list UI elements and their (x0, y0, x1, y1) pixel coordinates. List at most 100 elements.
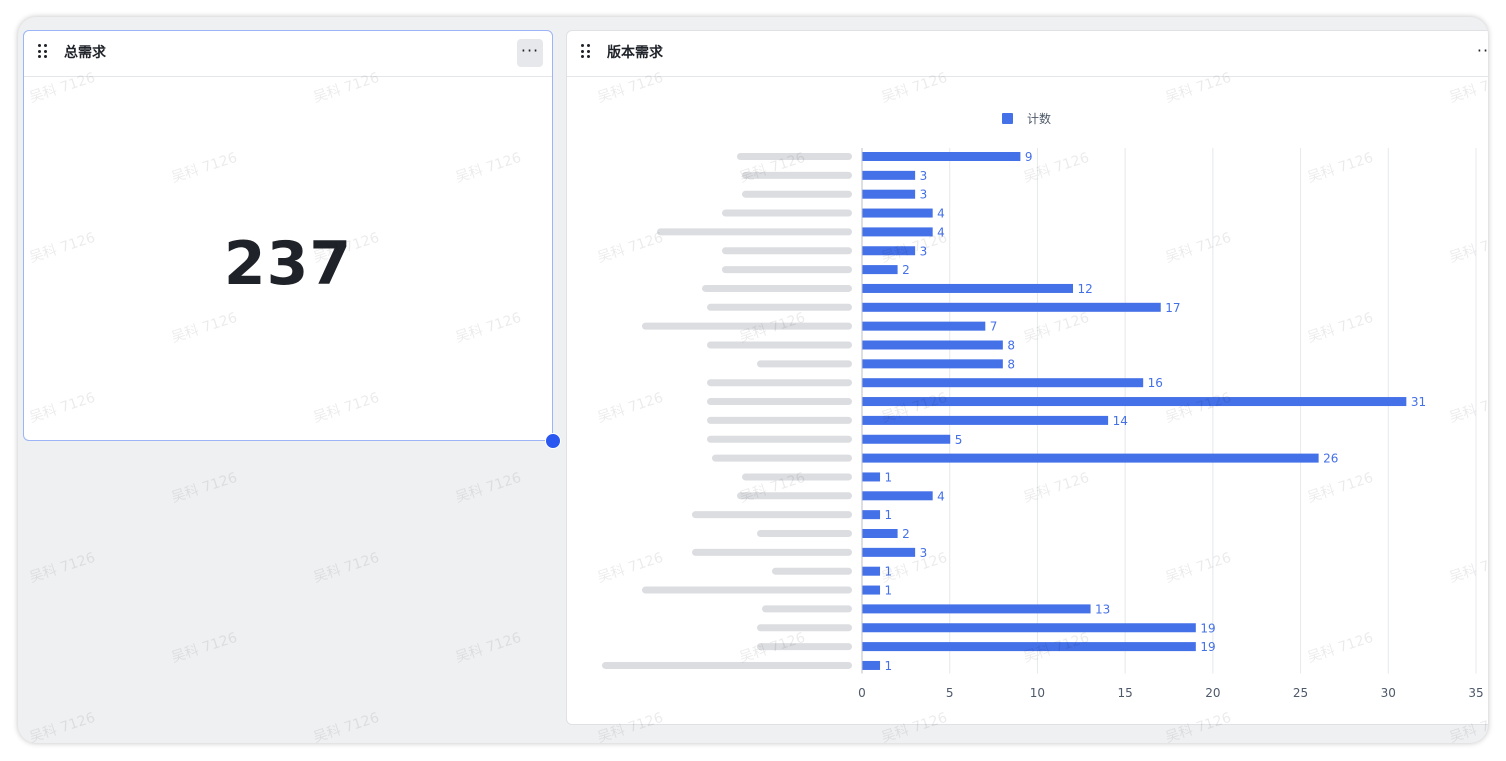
bar-value-label: 7 (990, 320, 998, 334)
blurred-category-label (692, 548, 852, 556)
blurred-category-label (702, 284, 852, 292)
blurred-category-label (707, 379, 852, 387)
bar (862, 415, 1109, 425)
bar (862, 585, 881, 595)
bar-value-label: 17 (1165, 301, 1180, 315)
bar (862, 529, 898, 538)
bar (862, 378, 1144, 388)
blurred-category-label (757, 624, 852, 632)
bar (862, 152, 1021, 161)
bar-value-label: 3 (920, 188, 928, 202)
bar (862, 434, 951, 444)
blurred-category-label (737, 153, 852, 160)
blurred-category-label (722, 209, 852, 217)
x-tick-label: 15 (1118, 686, 1133, 700)
drag-handle-icon[interactable] (38, 44, 48, 60)
bar-value-label: 13 (1095, 602, 1110, 616)
bar-chart: 计数93344321217788163114526141231113191910… (602, 111, 1484, 700)
blurred-category-label (742, 190, 852, 198)
bar-value-label: 26 (1323, 452, 1338, 466)
bar-value-label: 1 (885, 470, 893, 484)
blurred-category-label (707, 435, 852, 443)
blurred-category-label (642, 322, 852, 330)
bar-value-label: 3 (920, 244, 928, 258)
bar (862, 453, 1319, 463)
bar (862, 302, 1161, 312)
bar (862, 397, 1407, 407)
bar (862, 246, 916, 256)
card-title: 总需求 (64, 45, 106, 61)
blurred-category-label (692, 511, 852, 519)
watermark-text: 吴科 7126 (27, 549, 98, 587)
watermark-text: 吴科 7126 (453, 469, 524, 507)
x-tick-label: 10 (1030, 686, 1045, 700)
resize-handle[interactable] (545, 433, 561, 449)
watermark-text: 吴科 7126 (169, 629, 240, 667)
dashboard-canvas: 总需求 ··· 237 版本需求 ··· 计数93344321217788163… (18, 17, 1488, 743)
bar (862, 547, 916, 557)
blurred-category-label (772, 567, 852, 575)
blurred-category-label (762, 605, 852, 613)
bar-value-label: 9 (1025, 150, 1033, 164)
bar (862, 340, 1003, 350)
bar-value-label: 12 (1078, 282, 1093, 296)
blurred-category-label (722, 247, 852, 255)
bar-value-label: 31 (1411, 395, 1426, 409)
version-requirements-card[interactable]: 版本需求 ··· 计数93344321217788163114526141231… (566, 30, 1488, 725)
bar-value-label: 2 (902, 263, 910, 277)
watermark-text: 吴科 7126 (169, 469, 240, 507)
bar-value-label: 2 (902, 527, 910, 541)
bar-value-label: 4 (937, 489, 945, 503)
blurred-category-label (757, 643, 852, 651)
bar-value-label: 3 (920, 546, 928, 560)
bar-value-label: 19 (1200, 621, 1215, 635)
bar (862, 642, 1196, 652)
bar (862, 566, 881, 576)
bar (862, 491, 933, 501)
blurred-category-label (757, 530, 852, 537)
x-tick-label: 20 (1205, 686, 1220, 700)
bar (862, 283, 1074, 293)
watermark-text: 吴科 7126 (27, 709, 98, 743)
bar (862, 208, 933, 218)
blurred-category-label (657, 228, 852, 236)
blurred-category-label (757, 360, 852, 368)
bar (862, 227, 933, 237)
bar-value-label: 1 (885, 565, 893, 579)
bar (862, 265, 898, 275)
x-tick-label: 35 (1468, 686, 1483, 700)
bar-value-label: 5 (955, 433, 963, 447)
blurred-category-label (642, 586, 852, 594)
x-tick-label: 0 (858, 686, 866, 700)
blurred-category-label (707, 303, 852, 311)
watermark-text: 吴科 7126 (453, 629, 524, 667)
blurred-category-label (737, 492, 852, 500)
watermark-text: 吴科 7126 (311, 549, 382, 587)
x-tick-label: 30 (1381, 686, 1396, 700)
x-tick-label: 5 (946, 686, 954, 700)
bar (862, 472, 881, 482)
bar (862, 359, 1003, 369)
bar (862, 321, 986, 331)
total-requirements-card[interactable]: 总需求 ··· 237 (23, 30, 553, 441)
bar-value-label: 14 (1113, 414, 1128, 428)
blurred-category-label (707, 416, 852, 424)
more-options-button[interactable]: ··· (517, 39, 543, 67)
blurred-category-label (707, 341, 852, 349)
bar-value-label: 4 (937, 225, 945, 239)
watermark-text: 吴科 7126 (311, 709, 382, 743)
metric-value: 237 (223, 229, 353, 299)
bar-value-label: 1 (885, 508, 893, 522)
bar (862, 510, 881, 520)
blurred-category-label (707, 398, 852, 406)
bar-value-label: 3 (920, 169, 928, 183)
blurred-category-label (742, 473, 852, 481)
legend-swatch (1002, 113, 1013, 124)
bar (862, 660, 881, 670)
x-tick-label: 25 (1293, 686, 1308, 700)
bar-value-label: 8 (1007, 339, 1015, 353)
blurred-category-label (722, 266, 852, 274)
bar-value-label: 4 (937, 207, 945, 221)
bar-value-label: 1 (885, 584, 893, 598)
blurred-category-label (742, 171, 852, 179)
